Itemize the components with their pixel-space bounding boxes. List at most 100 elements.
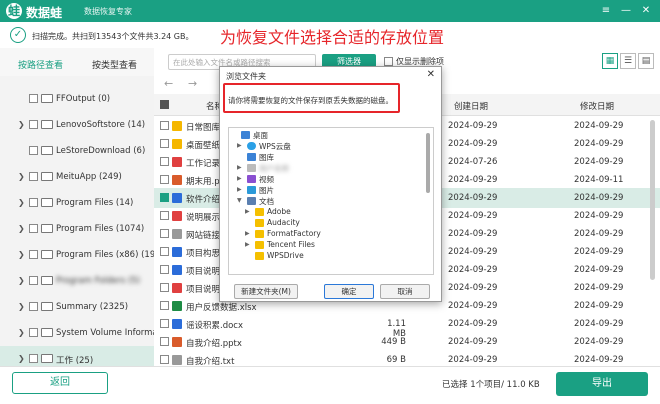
folder-icon — [41, 224, 53, 233]
tree-item[interactable]: ❯ Summary (2325) — [0, 294, 154, 320]
new-folder-button[interactable]: 新建文件夹(M) — [234, 284, 298, 299]
chevron-right-icon[interactable]: ❯ — [18, 276, 25, 285]
tree-node-label: Audacity — [267, 218, 300, 227]
tab-by-type[interactable]: 按类型查看 — [92, 58, 137, 71]
tree-item[interactable]: ❯ MeituApp (249) — [0, 164, 154, 190]
tree-twisty-icon[interactable]: ▶ — [237, 142, 245, 149]
close-icon[interactable]: ✕ — [636, 3, 656, 19]
tree-item-label: Program Files (1074) — [56, 224, 145, 234]
tree-item[interactable]: ❯ Program Folders (5) — [0, 268, 154, 294]
cloud-icon — [247, 142, 256, 150]
checkbox[interactable] — [29, 224, 38, 233]
tree-twisty-icon[interactable]: ▶ — [245, 230, 253, 237]
chevron-right-icon[interactable]: ❯ — [18, 354, 25, 363]
chevron-right-icon[interactable]: ❯ — [18, 120, 25, 129]
chevron-right-icon[interactable]: ❯ — [18, 198, 25, 207]
grid-view-icon[interactable]: ▦ — [602, 53, 618, 69]
created-date: 2024-09-29 — [448, 175, 498, 185]
created-date: 2024-09-29 — [448, 355, 498, 365]
tree-item-label: Program Files (14) — [56, 198, 134, 208]
export-button[interactable]: 导出 — [556, 372, 648, 396]
tree-item[interactable]: FFOutput (0) — [0, 86, 154, 112]
folder-icon — [41, 146, 53, 155]
chevron-right-icon[interactable]: ❯ — [18, 328, 25, 337]
checkbox[interactable] — [29, 146, 38, 155]
checkbox[interactable] — [160, 301, 169, 310]
chevron-right-icon[interactable]: ❯ — [18, 302, 25, 311]
checkbox[interactable] — [160, 283, 169, 292]
checkbox[interactable] — [29, 172, 38, 181]
checkbox[interactable] — [160, 175, 169, 184]
folder-picker-tree: 桌面 ▶ WPS云盘 图库 ▶ 用户名称 ▶ 视频 ▶ 图片 ▼ 文档 ▶ Adobe Au… — [228, 127, 434, 275]
checkbox[interactable] — [160, 337, 169, 346]
tree-node-label: 文档 — [259, 197, 274, 206]
pptx-file-icon — [172, 175, 182, 185]
table-row[interactable]: 谣设积累.docx 1.11 MB 2024-09-29 2024-09-29 — [154, 314, 660, 339]
ok-button[interactable]: 确定 — [324, 284, 374, 299]
dialog-scrollbar[interactable] — [426, 133, 430, 193]
checkbox[interactable] — [160, 157, 169, 166]
menu-icon[interactable]: ≡ — [596, 3, 616, 19]
created-date: 2024-09-29 — [448, 337, 498, 347]
annotation-title: 为恢复文件选择合适的存放位置 — [220, 28, 445, 47]
folder-icon — [41, 94, 53, 103]
chevron-right-icon[interactable]: ❯ — [18, 172, 25, 181]
tab-by-path[interactable]: 按路径查看 — [18, 58, 64, 78]
chevron-right-icon[interactable]: ❯ — [18, 250, 25, 259]
checkbox[interactable] — [29, 94, 38, 103]
cancel-button[interactable]: 取消 — [380, 284, 430, 299]
chevron-right-icon[interactable]: ❯ — [18, 224, 25, 233]
file-size: 449 B — [381, 337, 406, 347]
file-name: 日常图库 — [186, 123, 221, 133]
tree-node-label: 用户名称 — [259, 164, 289, 173]
tree-twisty-icon[interactable]: ▶ — [245, 208, 253, 215]
show-deleted-checkbox[interactable] — [384, 57, 393, 66]
checkbox[interactable] — [160, 265, 169, 274]
checkbox-checked[interactable] — [160, 193, 169, 202]
tree-item-selected[interactable]: ❯ 工作 (25) — [0, 346, 154, 366]
tree-twisty-icon[interactable]: ▶ — [237, 164, 245, 171]
tree-item-label: 工作 (25) — [56, 356, 94, 366]
created-date: 2024-09-29 — [448, 193, 498, 203]
modified-date: 2024-09-29 — [574, 121, 624, 131]
scan-status-text: 扫描完成。共扫到13543个文件共3.24 GB。 — [32, 32, 194, 41]
tree-item[interactable]: ❯ Program Files (1074) — [0, 216, 154, 242]
checkbox[interactable] — [29, 198, 38, 207]
checkbox[interactable] — [160, 355, 169, 364]
tree-twisty-icon[interactable]: ▶ — [245, 241, 253, 248]
close-icon[interactable]: ✕ — [427, 69, 435, 80]
forward-arrow-icon[interactable]: → — [188, 77, 197, 90]
folder-icon — [172, 139, 182, 149]
back-arrow-icon[interactable]: ← — [164, 77, 173, 90]
checkbox[interactable] — [29, 354, 38, 363]
checkbox[interactable] — [160, 247, 169, 256]
tree-twisty-icon[interactable]: ▼ — [237, 197, 245, 204]
checkbox[interactable] — [160, 139, 169, 148]
column-created[interactable]: 创建日期 — [454, 100, 488, 112]
checkbox[interactable] — [160, 121, 169, 130]
tree-item[interactable]: ❯ System Volume Information — [0, 320, 154, 346]
column-modified[interactable]: 修改日期 — [580, 100, 614, 112]
tree-item[interactable]: ❯ Program Files (14) — [0, 190, 154, 216]
checkbox[interactable] — [29, 328, 38, 337]
checkbox[interactable] — [160, 211, 169, 220]
checkbox[interactable] — [29, 250, 38, 259]
checkbox[interactable] — [160, 229, 169, 238]
tree-item[interactable]: ❯ Program Files (x86) (1976) — [0, 242, 154, 268]
checkbox[interactable] — [29, 120, 38, 129]
tree-item[interactable]: LeStoreDownload (6) — [0, 138, 154, 164]
tree-item[interactable]: ❯ LenovoSoftstore (14) — [0, 112, 154, 138]
minimize-icon[interactable]: — — [616, 3, 636, 19]
checkbox[interactable] — [29, 276, 38, 285]
picture-icon — [247, 186, 256, 194]
checkbox[interactable] — [160, 319, 169, 328]
checkbox[interactable] — [29, 302, 38, 311]
select-all-checkbox[interactable] — [160, 100, 169, 109]
table-row[interactable]: 自我介绍.pptx 449 B 2024-09-29 2024-09-29 — [154, 332, 660, 352]
back-button[interactable]: 返回 — [12, 372, 108, 394]
tree-twisty-icon[interactable]: ▶ — [237, 175, 245, 182]
table-scrollbar[interactable] — [650, 120, 655, 280]
tree-twisty-icon[interactable]: ▶ — [237, 186, 245, 193]
detail-view-icon[interactable]: ▤ — [638, 53, 654, 69]
list-view-icon[interactable]: ☰ — [620, 53, 636, 69]
